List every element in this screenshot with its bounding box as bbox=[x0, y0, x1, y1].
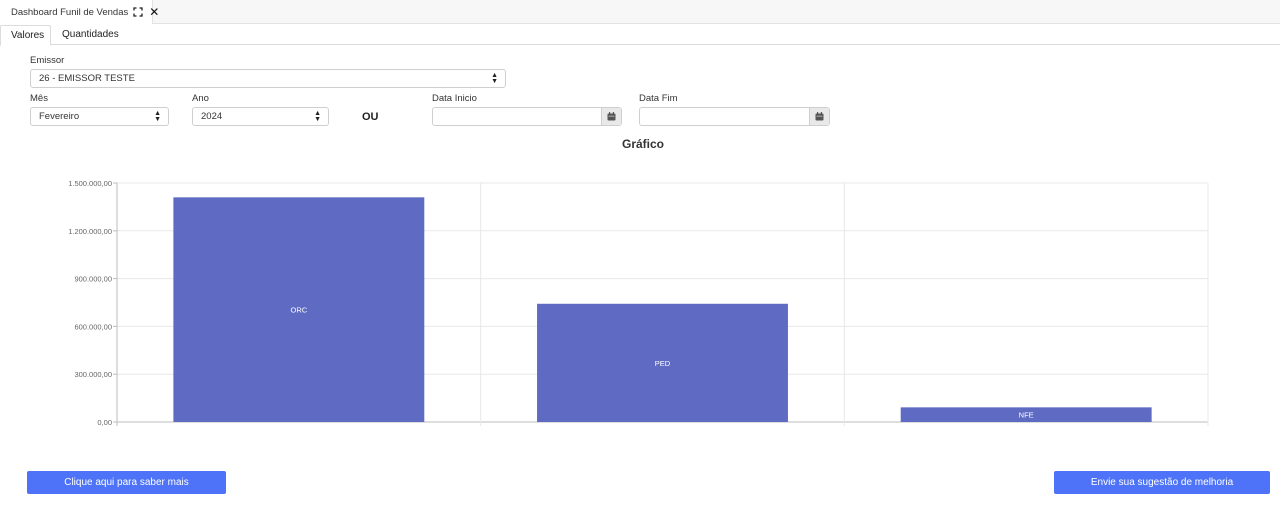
calendar-icon bbox=[607, 112, 616, 121]
bar-label-ped: PED bbox=[655, 359, 671, 368]
data-fim-field[interactable] bbox=[639, 107, 830, 126]
bar-label-nfe: NFE bbox=[1019, 411, 1034, 420]
close-icon[interactable]: ✕ bbox=[149, 6, 159, 18]
y-tick-label: 900.000,00 bbox=[74, 275, 112, 284]
bar-chart: 0,00 300.000,00 600.000,00 900.000,00 1.200.… bbox=[68, 179, 1209, 427]
y-tick-label: 0,00 bbox=[97, 418, 112, 427]
bar-label-orc: ORC bbox=[290, 306, 307, 315]
emissor-select[interactable]: 26 - EMISSOR TESTE ▲ ▼ bbox=[30, 69, 506, 88]
window-tab-dashboard[interactable]: Dashboard Funil de Vendas ✕ bbox=[0, 0, 159, 24]
y-tick-label: 600.000,00 bbox=[74, 322, 112, 331]
emissor-select-value: 26 - EMISSOR TESTE bbox=[39, 73, 135, 84]
sugestao-button[interactable]: Envie sua sugestão de melhoria bbox=[1054, 471, 1270, 494]
sub-tabs: Valores Quantidades bbox=[0, 24, 1280, 46]
data-inicio-label: Data Inicio bbox=[432, 93, 477, 104]
data-fim-calendar-button[interactable] bbox=[809, 108, 829, 125]
or-separator: OU bbox=[362, 111, 379, 123]
y-tick-label: 1.500.000,00 bbox=[68, 179, 112, 188]
tab-quantidades[interactable]: Quantidades bbox=[52, 25, 129, 46]
data-inicio-field[interactable] bbox=[432, 107, 622, 126]
saber-mais-button[interactable]: Clique aqui para saber mais bbox=[27, 471, 226, 494]
emissor-label: Emissor bbox=[30, 55, 65, 66]
mes-select[interactable]: Fevereiro ▲ ▼ bbox=[30, 107, 169, 126]
mes-select-value: Fevereiro bbox=[39, 111, 80, 122]
calendar-icon bbox=[815, 112, 824, 121]
data-fim-label: Data Fim bbox=[639, 93, 678, 104]
expand-icon[interactable] bbox=[133, 7, 143, 17]
chart-title: Gráfico bbox=[621, 137, 664, 151]
sort-caret-icon: ▲ ▼ bbox=[154, 110, 161, 123]
y-tick-label: 1.200.000,00 bbox=[68, 227, 112, 236]
sort-caret-icon: ▲ ▼ bbox=[491, 72, 498, 85]
sort-caret-icon: ▲ ▼ bbox=[314, 110, 321, 123]
y-tick-label: 300.000,00 bbox=[74, 370, 112, 379]
ano-select[interactable]: 2024 ▲ ▼ bbox=[192, 107, 329, 126]
window-tab-title: Dashboard Funil de Vendas bbox=[11, 6, 129, 18]
ano-select-value: 2024 bbox=[201, 111, 223, 122]
mes-label: Mês bbox=[30, 93, 48, 104]
data-inicio-calendar-button[interactable] bbox=[601, 108, 621, 125]
window-tab-bar: Dashboard Funil de Vendas ✕ bbox=[0, 0, 1280, 24]
tab-valores[interactable]: Valores bbox=[0, 25, 51, 46]
ano-label: Ano bbox=[192, 93, 209, 104]
